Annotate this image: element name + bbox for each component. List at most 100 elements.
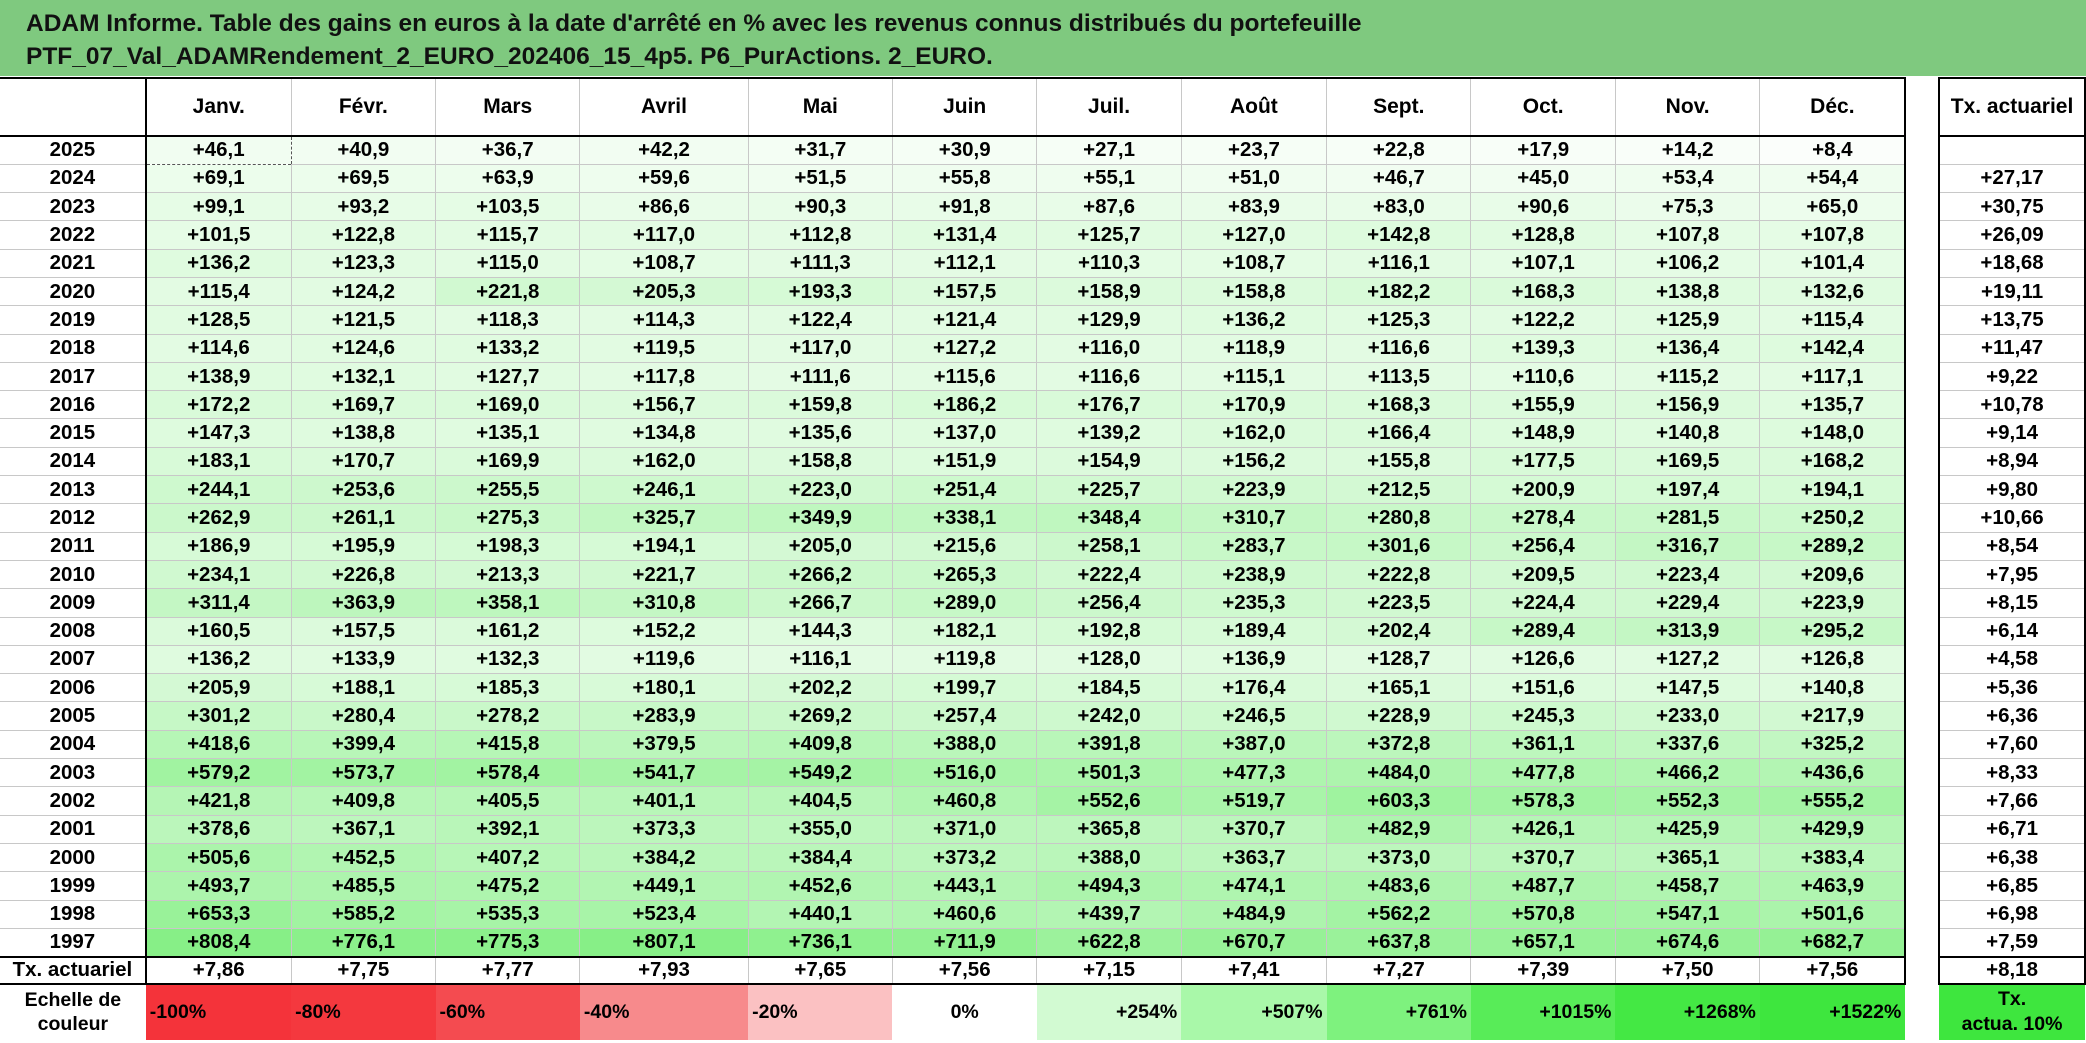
actuarial-cell: +8,54 [1938,532,2086,561]
gain-cell: +463,9 [1759,871,1907,901]
gain-cell: +135,1 [435,418,581,448]
gain-cell: +127,2 [892,334,1038,363]
year-label: 2010 [0,560,147,590]
gain-cell: +372,8 [1326,730,1472,760]
gain-cell: +116,1 [1326,249,1472,278]
gain-cell: +119,5 [579,334,749,363]
year-row-2013: 2013 +244,1 +253,6 +255,5 +246,1 +223,0 +251,4… [0,475,2086,505]
actuarial-cell: +6,36 [1938,701,2086,731]
gain-cell: +399,4 [291,730,437,760]
year-label: 2003 [0,758,147,788]
gain-cell: +116,1 [748,645,893,675]
gain-cell: +289,4 [1470,617,1616,646]
year-row-2009: 2009 +311,4 +363,9 +358,1 +310,8 +266,7 +289,0… [0,588,2086,618]
gain-cell: +477,3 [1181,758,1328,788]
gain-cell: +53,4 [1615,164,1761,194]
gain-cell: +311,4 [145,588,292,618]
gain-cell: +90,6 [1470,192,1616,222]
year-row-2002: 2002 +421,8 +409,8 +405,5 +401,1 +404,5 +460,8… [0,786,2086,816]
gain-cell: +674,6 [1615,928,1761,958]
gain-cell: +158,8 [1181,277,1328,307]
gain-cell: +670,7 [1181,928,1328,958]
gain-cell: +570,8 [1470,900,1616,929]
gain-cell: +409,8 [291,786,437,816]
color-scale-swatch: +507% [1181,983,1327,1040]
gain-cell: +711,9 [892,928,1038,958]
year-label: 2002 [0,786,147,816]
gain-cell: +101,5 [145,220,292,250]
gain-cell: +46,7 [1326,164,1472,194]
color-scale-label-line1: Echelle de [24,989,122,1012]
gain-cell: +541,7 [579,758,749,788]
gain-cell: +182,1 [892,617,1038,646]
summary-cell: +7,56 [892,955,1038,985]
gain-cell: +36,7 [435,136,581,165]
gain-cell: +579,2 [145,758,292,788]
gain-cell: +261,1 [291,503,437,533]
gain-cell: +155,9 [1470,390,1616,420]
gain-cell: +117,0 [579,220,749,250]
gain-cell: +404,5 [748,786,893,816]
gain-cell: +86,6 [579,192,749,222]
gain-cell: +637,8 [1326,928,1472,958]
gain-cell: +200,9 [1470,475,1616,505]
gain-cell: +223,4 [1615,560,1761,590]
row-gap [1905,192,1940,221]
gain-cell: +474,1 [1181,871,1328,901]
gain-cell: +425,9 [1615,815,1761,844]
gain-cell: +115,2 [1615,362,1761,392]
gain-cell: +281,5 [1615,503,1761,533]
gain-cell: +535,3 [435,900,581,929]
gain-cell: +358,1 [435,588,581,618]
gain-cell: +379,5 [579,730,749,760]
gain-cell: +289,0 [892,588,1038,618]
gain-cell: +484,0 [1326,758,1472,788]
gain-cell: +108,7 [579,249,749,278]
gain-cell: +156,7 [579,390,749,420]
month-header-7: Juil. [1036,77,1182,137]
gain-cell: +142,8 [1326,220,1472,250]
gain-cell: +156,9 [1615,390,1761,420]
gain-cell: +384,2 [579,843,749,873]
row-gap [1905,249,1940,278]
gain-cell: +238,9 [1181,560,1328,590]
gain-cell: +485,5 [291,871,437,901]
gain-cell: +168,3 [1470,277,1616,307]
gain-cell: +162,0 [1181,418,1328,448]
gain-cell: +125,9 [1615,305,1761,335]
gain-cell: +14,2 [1615,136,1761,165]
gain-cell: +17,9 [1470,136,1616,165]
gain-cell: +128,5 [145,305,292,335]
gain-cell: +147,5 [1615,673,1761,703]
gain-cell: +202,4 [1326,617,1472,646]
actuarial-cell: +10,78 [1938,390,2086,420]
gain-cell: +114,6 [145,334,292,363]
year-row-2011: 2011 +186,9 +195,9 +198,3 +194,1 +205,0 +215,6… [0,532,2086,561]
gain-cell: +552,6 [1036,786,1182,816]
gain-cell: +415,8 [435,730,581,760]
gain-cell: +578,3 [1470,786,1616,816]
summary-cell: +7,75 [291,955,437,985]
gain-cell: +155,8 [1326,447,1472,477]
gain-cell: +222,8 [1326,560,1472,590]
gain-cell: +217,9 [1759,701,1907,731]
year-label: 1997 [0,928,147,958]
gain-cell: +162,0 [579,447,749,477]
gain-cell: +83,9 [1181,192,1328,222]
actuarial-cell: +9,80 [1938,475,2086,505]
summary-cell: +7,77 [435,955,581,985]
month-header-4: Avril [579,77,749,137]
year-label: 2019 [0,305,147,335]
gain-cell: +313,9 [1615,617,1761,646]
gain-cell: +161,2 [435,617,581,646]
gain-cell: +75,3 [1615,192,1761,222]
gain-cell: +301,2 [145,701,292,731]
row-gap [1905,136,1940,165]
gain-cell: +151,6 [1470,673,1616,703]
gain-cell: +573,7 [291,758,437,788]
year-label: 2021 [0,249,147,278]
gain-cell: +458,7 [1615,871,1761,901]
summary-cell: +7,65 [748,955,893,985]
gain-cell: +107,1 [1470,249,1616,278]
gain-cell: +108,7 [1181,249,1328,278]
